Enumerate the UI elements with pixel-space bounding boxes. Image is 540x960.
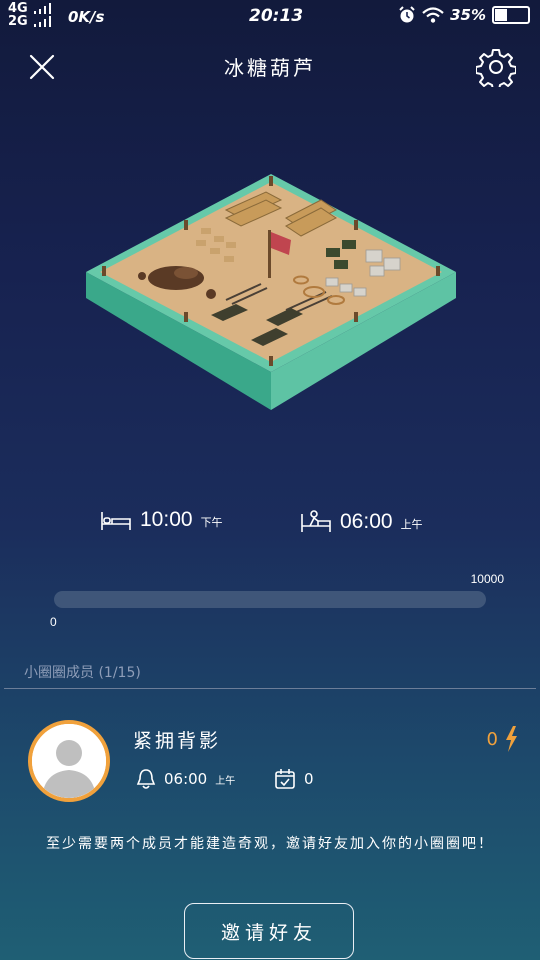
network-speed: 0K/s	[68, 8, 105, 26]
members-label: 小圈圈成员	[24, 665, 94, 681]
wifi-icon	[422, 7, 444, 23]
invite-friends-button[interactable]: 邀请好友	[184, 903, 354, 959]
member-energy: 0	[487, 726, 518, 752]
alarm-clock-icon	[399, 6, 415, 23]
bed-wake-icon	[301, 510, 331, 532]
sleep-period: 下午	[200, 516, 223, 529]
network-indicator: 4G 2G	[8, 2, 51, 29]
notice-text: 至少需要两个成员才能建造奇观，邀请好友加入你的小圈圈吧！	[46, 836, 494, 852]
battery-percent: 35%	[450, 6, 486, 24]
lightning-icon	[506, 726, 517, 752]
member-stats: 06:00 上午 0	[136, 768, 396, 792]
sleep-time-block[interactable]: 10:00 下午	[100, 508, 223, 532]
member-alarm: 06:00 上午	[136, 768, 235, 790]
page-title: 冰糖葫芦	[224, 56, 316, 80]
network-2g-label: 2G	[8, 14, 28, 29]
checkins-count: 0	[304, 770, 314, 788]
progress-min-label: 0	[50, 615, 57, 629]
calendar-check-icon	[275, 769, 295, 789]
signal-icon	[34, 3, 51, 27]
divider	[4, 688, 536, 689]
construction-site-illustration	[86, 174, 456, 410]
member-name: 紧拥背影	[133, 730, 222, 752]
progress-bar	[54, 591, 486, 608]
user-avatar-icon	[32, 724, 106, 798]
bell-icon	[136, 769, 156, 789]
members-count: (1/15)	[98, 665, 141, 681]
member-alarm-time: 06:00	[164, 770, 208, 788]
wake-period: 上午	[400, 518, 423, 531]
status-time: 20:13	[249, 6, 304, 26]
wake-time-block[interactable]: 06:00 上午	[300, 508, 423, 534]
energy-value: 0	[486, 728, 498, 750]
member-checkins: 0	[274, 768, 314, 790]
avatar[interactable]	[28, 720, 110, 802]
battery-icon	[492, 6, 530, 24]
bed-sleep-icon	[101, 512, 131, 530]
status-right: 35%	[398, 6, 530, 24]
members-header: 小圈圈成员 (1/15)	[24, 662, 141, 682]
gear-icon[interactable]	[476, 47, 516, 87]
alarm-times: 10:00 下午 06:00 上午	[0, 508, 540, 544]
wake-time: 06:00	[340, 510, 393, 533]
member-alarm-period: 上午	[215, 775, 236, 787]
sleep-time: 10:00	[140, 508, 193, 531]
progress-max-label: 10000	[470, 572, 504, 586]
status-bar: 4G 2G 0K/s 20:13 35%	[0, 0, 540, 34]
